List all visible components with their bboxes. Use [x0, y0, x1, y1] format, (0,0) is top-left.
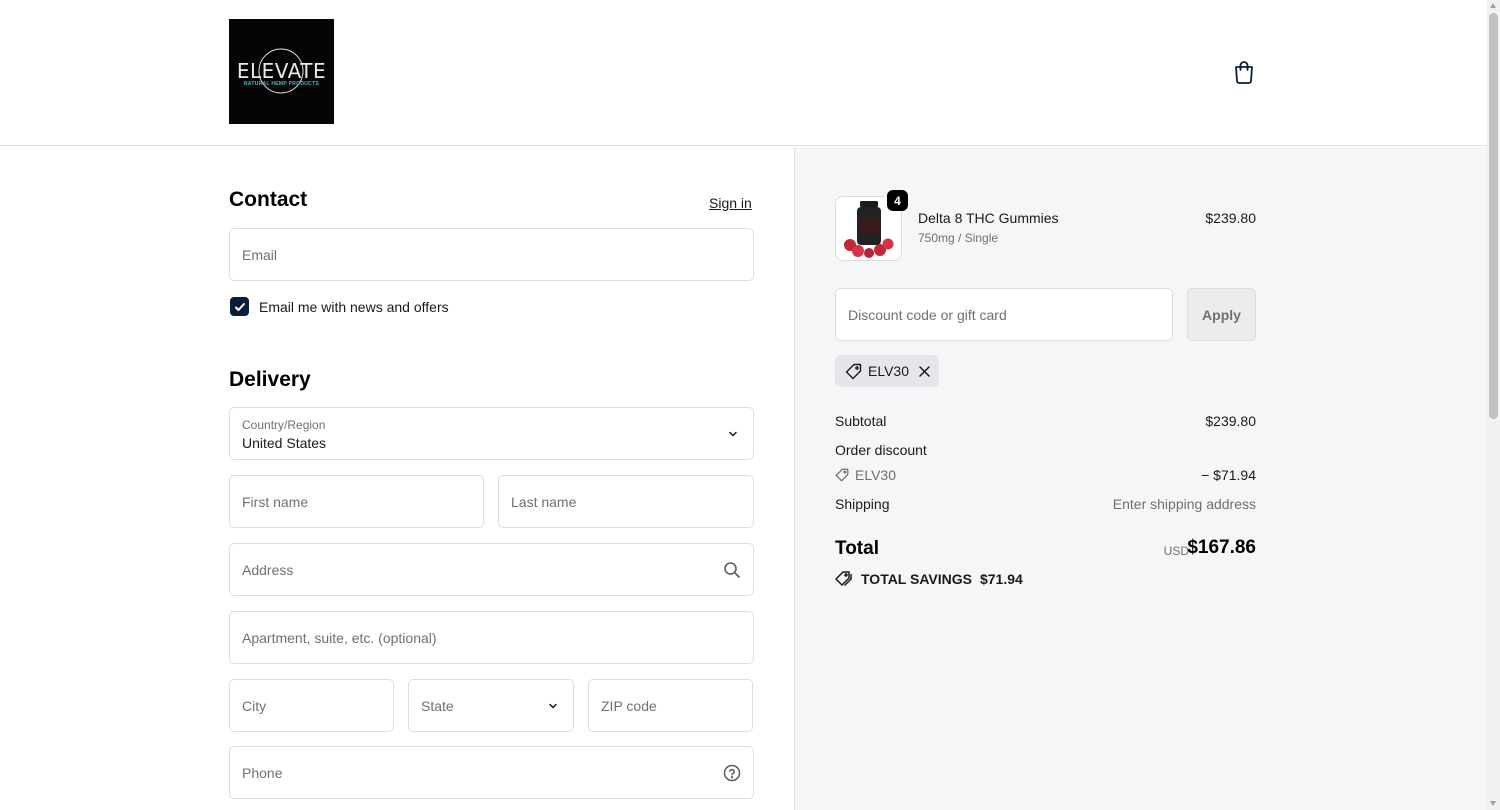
state-select[interactable]: State: [408, 679, 574, 732]
email-field[interactable]: [229, 228, 754, 281]
phone-field[interactable]: [229, 746, 754, 799]
help-icon[interactable]: [723, 764, 741, 782]
total-currency: USD: [1163, 544, 1189, 558]
checkmark-icon: [234, 302, 245, 311]
zip-field[interactable]: [588, 679, 753, 732]
scroll-up-arrow-icon[interactable]: [1490, 3, 1496, 8]
site-header: ELEVATE NATURAL HEMP PRODUCTS: [0, 0, 1487, 146]
address-input[interactable]: [230, 544, 753, 595]
first-name-field[interactable]: [229, 475, 484, 528]
total-label: Total: [835, 538, 879, 559]
product-name: Delta 8 THC Gummies: [918, 210, 1059, 226]
apartment-field[interactable]: [229, 611, 754, 664]
shipping-label: Shipping: [835, 496, 890, 512]
logo-text: ELEVATE: [236, 59, 327, 83]
chevron-down-icon: [729, 431, 737, 436]
phone-input[interactable]: [230, 747, 753, 798]
savings-value: $71.94: [979, 571, 1023, 587]
sign-in-link[interactable]: Sign in: [709, 195, 752, 211]
order-discount-label: Order discount: [835, 442, 927, 458]
product-price: $239.80: [1205, 210, 1256, 226]
quantity-badge: 4: [887, 190, 908, 211]
total-value: $167.86: [1187, 537, 1256, 558]
last-name-field[interactable]: [498, 475, 754, 528]
shipping-value: Enter shipping address: [1112, 496, 1256, 512]
newsletter-label: Email me with news and offers: [259, 299, 449, 315]
contact-heading: Contact: [229, 188, 308, 211]
first-name-input[interactable]: [230, 476, 483, 527]
tags-icon: [835, 571, 852, 587]
discount-value: − $71.94: [1201, 467, 1256, 483]
state-placeholder: State: [421, 698, 454, 714]
applied-discount-chip: ELV30: [835, 355, 939, 387]
address-field[interactable]: [229, 543, 754, 596]
city-input[interactable]: [230, 680, 393, 731]
email-input[interactable]: [230, 229, 753, 280]
discount-code-text: ELV30: [855, 467, 896, 483]
applied-code-text: ELV30: [868, 363, 909, 379]
tag-icon: [835, 468, 849, 482]
delivery-heading: Delivery: [229, 368, 311, 391]
search-icon[interactable]: [723, 561, 741, 579]
subtotal-label: Subtotal: [835, 413, 887, 429]
savings-label: TOTAL SAVINGS: [861, 571, 972, 587]
apply-discount-button[interactable]: Apply: [1187, 288, 1256, 341]
discount-input[interactable]: [836, 289, 1172, 340]
shopping-bag-icon: [1235, 61, 1253, 84]
logo-subtext: NATURAL HEMP PRODUCTS: [243, 81, 320, 87]
product-variant: 750mg / Single: [918, 231, 999, 245]
tag-icon: [845, 363, 862, 379]
zip-input[interactable]: [589, 680, 752, 731]
page-scrollbar[interactable]: [1487, 0, 1500, 810]
scroll-down-arrow-icon[interactable]: [1490, 801, 1496, 806]
remove-discount-icon[interactable]: [918, 365, 931, 378]
scrollbar-thumb[interactable]: [1489, 13, 1498, 419]
chevron-down-icon: [549, 703, 557, 708]
total-savings: TOTAL SAVINGS $71.94: [835, 570, 1023, 588]
apartment-input[interactable]: [230, 612, 753, 663]
subtotal-value: $239.80: [1205, 413, 1256, 429]
cart-button[interactable]: [1230, 58, 1258, 86]
country-select[interactable]: Country/Region United States: [229, 407, 754, 460]
discount-field[interactable]: [835, 288, 1173, 341]
country-label: Country/Region: [242, 418, 326, 432]
last-name-input[interactable]: [499, 476, 753, 527]
store-logo[interactable]: ELEVATE NATURAL HEMP PRODUCTS: [229, 19, 334, 124]
newsletter-checkbox[interactable]: [230, 297, 249, 316]
city-field[interactable]: [229, 679, 394, 732]
country-value: United States: [242, 435, 327, 451]
discount-code-row: ELV30: [835, 467, 896, 483]
